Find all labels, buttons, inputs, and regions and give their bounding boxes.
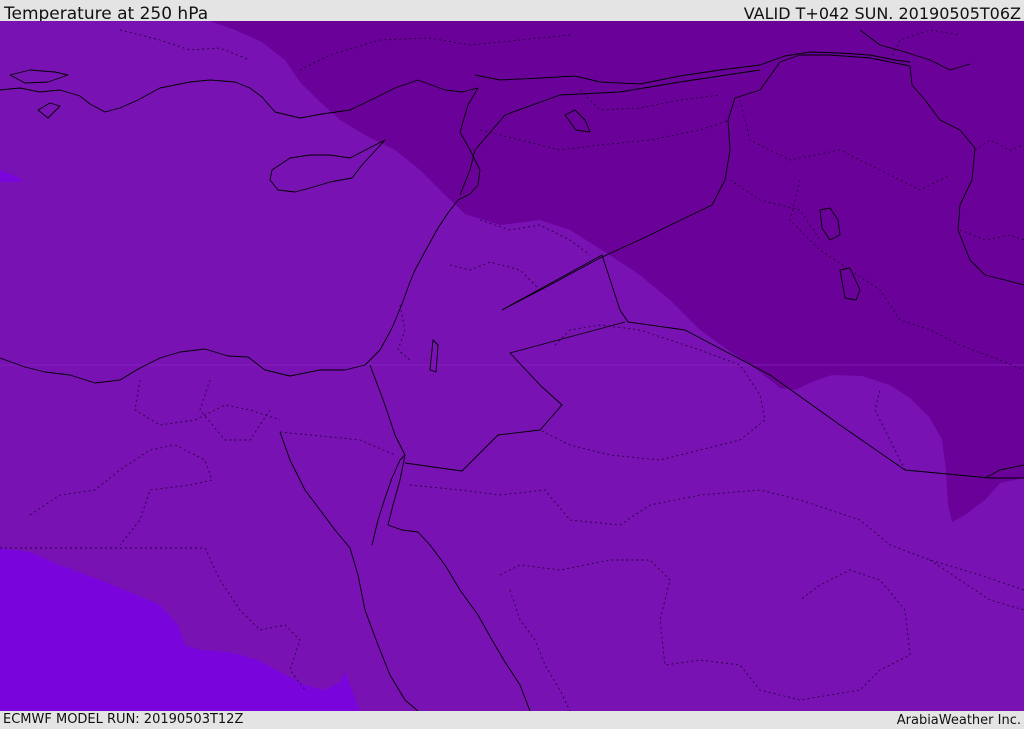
temperature-map: [0, 21, 1024, 711]
model-run: ECMWF MODEL RUN: 20190503T12Z: [3, 712, 244, 727]
credit-text: ArabiaWeather Inc.: [896, 713, 1021, 728]
map-header: Temperature at 250 hPa VALID T+042 SUN. …: [0, 0, 1024, 24]
map-footer: ECMWF MODEL RUN: 20190503T12Z ArabiaWeat…: [0, 711, 1024, 729]
